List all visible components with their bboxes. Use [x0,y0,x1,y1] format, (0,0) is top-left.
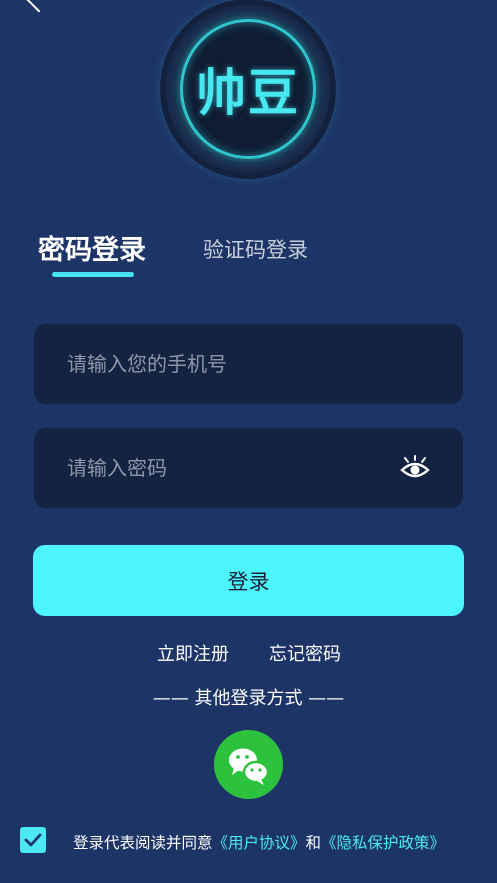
tab-password-login[interactable]: 密码登录 [38,228,146,267]
wechat-login-button[interactable] [214,730,283,799]
app-logo: 帅豆 [166,5,330,173]
agreement-row: 登录代表阅读并同意《用户协议》和《隐私保护政策》 [20,826,490,856]
register-link[interactable]: 立即注册 [157,640,229,666]
login-button[interactable]: 登录 [33,545,464,616]
checkmark-icon [24,833,42,847]
account-links: 立即注册 忘记密码 [0,640,497,666]
agreement-and: 和 [305,834,322,852]
back-chevron-icon[interactable] [23,0,55,13]
forgot-password-link[interactable]: 忘记密码 [269,640,341,666]
phone-field [34,324,463,404]
logo-text: 帅豆 [196,64,300,122]
agreement-checkbox[interactable] [20,827,46,853]
active-tab-indicator [52,272,134,277]
other-login-divider: —— 其他登录方式 —— [152,688,345,709]
tab-code-login[interactable]: 验证码登录 [203,234,308,264]
privacy-policy-link[interactable]: 《隐私保护政策》 [321,834,445,852]
agreement-text: 登录代表阅读并同意《用户协议》和《隐私保护政策》 [73,831,445,853]
password-input[interactable] [67,428,397,508]
user-agreement-link[interactable]: 《用户协议》 [213,834,306,852]
password-field [34,428,463,508]
phone-input[interactable] [67,324,397,404]
login-tabs: 密码登录 验证码登录 [38,228,497,288]
wechat-icon [229,748,270,785]
agreement-prefix: 登录代表阅读并同意 [73,834,213,852]
eye-icon[interactable] [400,455,430,481]
